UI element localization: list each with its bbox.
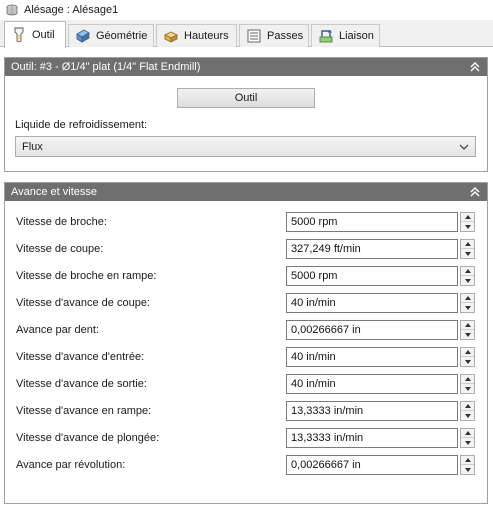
passes-icon xyxy=(247,29,261,43)
spin-buttons xyxy=(460,347,475,367)
coolant-select[interactable]: Flux xyxy=(15,136,476,157)
spin-up-icon[interactable] xyxy=(461,456,474,465)
cutting-speed-input[interactable]: 327,249 ft/min xyxy=(286,239,458,259)
feed-speed-panel: Avance et vitesse Vitesse de broche: 500… xyxy=(4,182,488,504)
field-row-feed-per-revolution: Avance par révolution: 0,00266667 in xyxy=(5,454,487,476)
field-row-cutting-speed: Vitesse de coupe: 327,249 ft/min xyxy=(5,238,487,260)
linking-icon xyxy=(319,30,333,43)
spin-up-icon[interactable] xyxy=(461,240,474,249)
tab-strip: Outil Géométrie Hauteurs Passes Liaison xyxy=(0,20,493,48)
tab-label: Liaison xyxy=(339,30,374,42)
spin-buttons xyxy=(460,401,475,421)
field-label: Vitesse de broche en rampe: xyxy=(16,270,157,282)
field-label: Avance par dent: xyxy=(16,324,99,336)
field-row-ramp-feedrate: Vitesse d'avance en rampe: 13,3333 in/mi… xyxy=(5,400,487,422)
spin-buttons xyxy=(460,212,475,232)
tab-passes[interactable]: Passes xyxy=(239,24,309,47)
spin-buttons xyxy=(460,293,475,313)
field-row-spindle-speed: Vitesse de broche: 5000 rpm xyxy=(5,211,487,233)
tab-outil[interactable]: Outil xyxy=(4,21,66,48)
field-row-cutting-feedrate: Vitesse d'avance de coupe: 40 in/min xyxy=(5,292,487,314)
feed-speed-panel-header: Avance et vitesse xyxy=(5,183,487,201)
tab-label: Outil xyxy=(32,29,55,41)
feed-per-tooth-input[interactable]: 0,00266667 in xyxy=(286,320,458,340)
field-row-lead-out-feedrate: Vitesse d'avance de sortie: 40 in/min xyxy=(5,373,487,395)
field-label: Vitesse d'avance de plongée: xyxy=(16,432,160,444)
plunge-feedrate-input[interactable]: 13,3333 in/min xyxy=(286,428,458,448)
spin-buttons xyxy=(460,374,475,394)
field-label: Vitesse d'avance en rampe: xyxy=(16,405,152,417)
tab-label: Hauteurs xyxy=(184,30,229,42)
coolant-label: Liquide de refroidissement: xyxy=(15,119,148,131)
spin-up-icon[interactable] xyxy=(461,294,474,303)
spin-up-icon[interactable] xyxy=(461,375,474,384)
lead-in-feedrate-input[interactable]: 40 in/min xyxy=(286,347,458,367)
ramp-feedrate-input[interactable]: 13,3333 in/min xyxy=(286,401,458,421)
spin-buttons xyxy=(460,266,475,286)
tool-panel: Outil: #3 - Ø1/4" plat (1/4" Flat Endmil… xyxy=(4,57,488,172)
spin-down-icon[interactable] xyxy=(461,465,474,474)
spin-buttons xyxy=(460,428,475,448)
field-label: Vitesse de coupe: xyxy=(16,243,104,255)
field-label: Vitesse d'avance de coupe: xyxy=(16,297,150,309)
tab-label: Passes xyxy=(267,30,304,42)
bore-operation-icon xyxy=(6,4,18,16)
cutting-feedrate-input[interactable]: 40 in/min xyxy=(286,293,458,313)
heights-icon xyxy=(164,31,178,43)
spin-up-icon[interactable] xyxy=(461,321,474,330)
field-label: Avance par révolution: xyxy=(16,459,126,471)
spin-up-icon[interactable] xyxy=(461,213,474,222)
spin-buttons xyxy=(460,455,475,475)
spin-buttons xyxy=(460,239,475,259)
window-title-bar: Alésage : Alésage1 xyxy=(0,0,493,20)
spin-down-icon[interactable] xyxy=(461,384,474,393)
spin-down-icon[interactable] xyxy=(461,249,474,258)
spin-up-icon[interactable] xyxy=(461,267,474,276)
spin-down-icon[interactable] xyxy=(461,303,474,312)
geometry-icon xyxy=(76,29,90,43)
lead-out-feedrate-input[interactable]: 40 in/min xyxy=(286,374,458,394)
feed-speed-panel-title: Avance et vitesse xyxy=(11,186,98,198)
chevron-down-icon xyxy=(459,144,469,150)
field-row-lead-in-feedrate: Vitesse d'avance d'entrée: 40 in/min xyxy=(5,346,487,368)
field-label: Vitesse de broche: xyxy=(16,216,107,228)
spin-up-icon[interactable] xyxy=(461,348,474,357)
spin-down-icon[interactable] xyxy=(461,276,474,285)
spindle-speed-input[interactable]: 5000 rpm xyxy=(286,212,458,232)
field-label: Vitesse d'avance d'entrée: xyxy=(16,351,145,363)
collapse-icon[interactable] xyxy=(469,61,481,73)
field-row-plunge-feedrate: Vitesse d'avance de plongée: 13,3333 in/… xyxy=(5,427,487,449)
tab-hauteurs[interactable]: Hauteurs xyxy=(156,24,237,47)
field-row-ramp-spindle-speed: Vitesse de broche en rampe: 5000 rpm xyxy=(5,265,487,287)
collapse-icon[interactable] xyxy=(469,186,481,198)
tool-panel-header: Outil: #3 - Ø1/4" plat (1/4" Flat Endmil… xyxy=(5,58,487,76)
tab-liaison[interactable]: Liaison xyxy=(311,24,380,47)
spin-up-icon[interactable] xyxy=(461,402,474,411)
tab-content-outil: Outil: #3 - Ø1/4" plat (1/4" Flat Endmil… xyxy=(0,47,493,508)
coolant-value: Flux xyxy=(22,140,43,153)
select-tool-button[interactable]: Outil xyxy=(177,88,315,108)
tab-geometrie[interactable]: Géométrie xyxy=(68,24,154,47)
spin-buttons xyxy=(460,320,475,340)
feed-per-revolution-input[interactable]: 0,00266667 in xyxy=(286,455,458,475)
tool-panel-title: Outil: #3 - Ø1/4" plat (1/4" Flat Endmil… xyxy=(11,61,201,73)
field-row-feed-per-tooth: Avance par dent: 0,00266667 in xyxy=(5,319,487,341)
field-label: Vitesse d'avance de sortie: xyxy=(16,378,147,390)
spin-down-icon[interactable] xyxy=(461,222,474,231)
spin-down-icon[interactable] xyxy=(461,330,474,339)
spin-down-icon[interactable] xyxy=(461,357,474,366)
spin-up-icon[interactable] xyxy=(461,429,474,438)
spin-down-icon[interactable] xyxy=(461,438,474,447)
spin-down-icon[interactable] xyxy=(461,411,474,420)
tool-icon xyxy=(14,27,24,43)
tab-label: Géométrie xyxy=(96,30,148,42)
ramp-spindle-speed-input[interactable]: 5000 rpm xyxy=(286,266,458,286)
window-title: Alésage : Alésage1 xyxy=(24,4,119,16)
